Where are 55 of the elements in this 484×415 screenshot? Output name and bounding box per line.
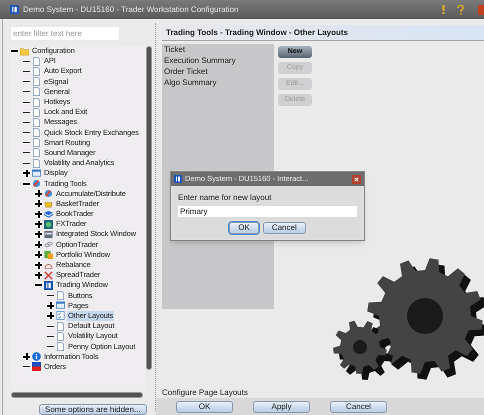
logo-icon bbox=[174, 175, 182, 183]
window-title: Demo System - DU15160 - Trader Workstation Configuration bbox=[23, 4, 238, 16]
horizontal-scrollbar[interactable] bbox=[11, 392, 143, 398]
layout-name-field[interactable]: Primary bbox=[178, 206, 357, 217]
expand-icon[interactable] bbox=[35, 241, 42, 248]
orders-icon bbox=[32, 362, 41, 372]
info-icon bbox=[32, 352, 41, 362]
footer-button[interactable]: OK bbox=[176, 400, 233, 412]
page-icon bbox=[56, 291, 65, 300]
list-item[interactable]: Execution Summary bbox=[164, 55, 274, 66]
vertical-scrollbar[interactable] bbox=[146, 46, 152, 370]
folder-icon bbox=[20, 46, 29, 56]
expand-icon[interactable] bbox=[35, 262, 42, 269]
status-text: Configure Page Layouts bbox=[162, 388, 249, 398]
expand-icon[interactable] bbox=[47, 312, 54, 320]
spread-icon bbox=[44, 270, 53, 280]
expand-icon[interactable] bbox=[35, 272, 42, 279]
footer-button[interactable]: Cancel bbox=[330, 400, 387, 412]
globe-icon bbox=[44, 220, 53, 229]
portfolio-icon bbox=[44, 250, 53, 260]
expand-icon[interactable] bbox=[35, 210, 42, 218]
expand-icon[interactable] bbox=[35, 230, 42, 238]
logo-icon bbox=[44, 280, 53, 290]
tools-icon bbox=[32, 179, 41, 188]
list-item[interactable]: Algo Summary bbox=[164, 77, 274, 88]
collapse-icon[interactable] bbox=[11, 48, 18, 55]
checklist-icon bbox=[56, 311, 65, 320]
expand-icon[interactable] bbox=[35, 190, 42, 198]
alert-icon[interactable] bbox=[442, 5, 445, 14]
dialog-button[interactable]: OK bbox=[229, 222, 259, 234]
chain-icon bbox=[44, 240, 53, 250]
dialog-button[interactable]: Cancel bbox=[262, 222, 306, 234]
hidden-options-button[interactable]: Some options are hidden... bbox=[39, 404, 147, 415]
breadcrumb-text: Trading Tools - Trading Window - Other Layouts bbox=[166, 26, 348, 38]
logo-icon bbox=[10, 5, 19, 14]
expand-icon[interactable] bbox=[35, 200, 42, 208]
expand-icon[interactable] bbox=[23, 170, 30, 177]
expand-icon[interactable] bbox=[47, 302, 54, 310]
expand-icon[interactable] bbox=[23, 353, 30, 360]
monitor-icon bbox=[32, 168, 41, 178]
collapse-icon[interactable] bbox=[23, 180, 30, 188]
dialog-prompt: Enter name for new layout bbox=[178, 192, 272, 204]
book-icon bbox=[44, 210, 53, 219]
filter-field[interactable]: enter filter text here bbox=[11, 27, 119, 40]
list-item[interactable]: Ticket bbox=[164, 44, 274, 55]
close-icon[interactable] bbox=[352, 174, 361, 184]
expand-icon[interactable] bbox=[35, 251, 42, 258]
collapse-icon[interactable] bbox=[35, 282, 42, 289]
list-item[interactable]: Order Ticket bbox=[164, 66, 274, 77]
window-icon bbox=[44, 230, 53, 239]
expand-icon[interactable] bbox=[35, 220, 42, 228]
footer-button[interactable]: Apply bbox=[253, 400, 310, 412]
monitor-icon bbox=[56, 301, 65, 310]
help-icon[interactable] bbox=[457, 4, 464, 14]
tools-icon bbox=[44, 189, 53, 198]
